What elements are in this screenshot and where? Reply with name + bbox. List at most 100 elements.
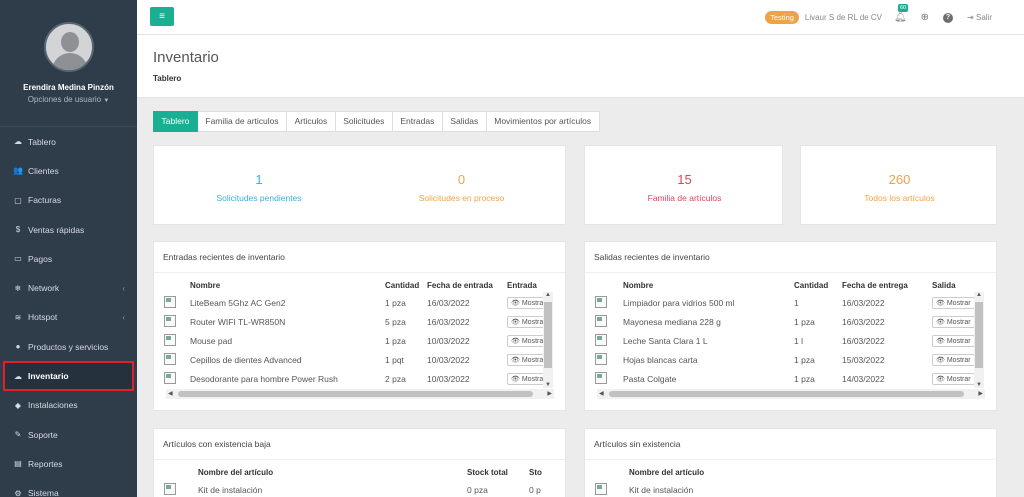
stat-pending-requests[interactable]: 1 Solicitudes pendientes <box>154 146 364 203</box>
sidebar-item-label: Inventario <box>28 371 69 382</box>
eye-icon: 👁︎ <box>511 356 520 364</box>
menu-icon: ▢ <box>14 195 22 205</box>
table-row: Desodorante para hombre Power Rush 2 pza 1… <box>164 369 554 388</box>
table-row: Cepillos de dientes Advanced 1 pqt 10/03/2… <box>164 350 554 369</box>
eye-icon: 👁︎ <box>936 356 945 364</box>
sidebar-item-pagos[interactable]: ▭ Pagos <box>0 244 137 273</box>
article-image <box>164 371 176 384</box>
menu-icon: 👥 <box>13 166 23 176</box>
user-options-toggle[interactable]: Opciones de usuario ▼ <box>0 95 137 104</box>
help-icon[interactable]: ? <box>943 12 954 23</box>
entries-horizontal-scrollbar[interactable]: ◀ ▶ <box>166 389 554 399</box>
globe-icon[interactable]: ⊕ <box>921 12 929 23</box>
notification-count: 60 <box>897 4 909 12</box>
sidebar-item-ventas-rápidas[interactable]: $ Ventas rápidas <box>0 215 137 244</box>
environment-badge: Testing <box>765 11 799 24</box>
show-button[interactable]: 👁︎ Mostrar <box>932 296 975 309</box>
bell-icon: 🔔︎ <box>893 12 907 23</box>
articles-stat-panel: 260 Todos los artículos <box>800 145 997 225</box>
low-stock-table: Nombre del artículo Stock total Sto Kit … <box>164 465 554 497</box>
recent-outputs-title: Salidas recientes de inventario <box>594 252 710 262</box>
eye-icon: 👁︎ <box>936 375 945 383</box>
menu-toggle-button[interactable]: ≡ <box>150 7 174 26</box>
sidebar-item-label: Sistema <box>28 488 59 497</box>
sidebar-item-network[interactable]: ❄ Network ‹ <box>0 273 137 302</box>
recent-entries-title: Entradas recientes de inventario <box>163 252 285 262</box>
out-of-stock-panel: Artículos sin existencia Nombre del artí… <box>584 428 997 497</box>
table-row: Kit de instalación 0 pza 0 p <box>164 480 554 497</box>
sidebar-item-label: Hotspot <box>28 312 58 323</box>
avatar[interactable] <box>43 22 94 72</box>
sidebar-item-productos-y-servicios[interactable]: ● Productos y servicios <box>0 332 137 361</box>
out-of-stock-table: Nombre del artículo Kit de instalación <box>595 465 975 497</box>
recent-outputs-panel: Salidas recientes de inventario Nombre C… <box>584 241 997 411</box>
chevron-left-icon: ‹ <box>122 283 125 293</box>
table-row: Hojas blancas carta 1 pza 15/03/2022 👁︎ Mos… <box>595 350 975 369</box>
notifications-button[interactable]: 🔔︎ 60 <box>893 4 909 23</box>
caret-down-icon: ▼ <box>103 98 110 104</box>
article-image <box>595 371 607 384</box>
menu-icon: ✎ <box>14 430 22 440</box>
entries-vertical-scrollbar[interactable]: ▲ ▼ <box>543 292 553 388</box>
menu-icon: ⚙ <box>14 488 22 497</box>
stat-all-articles[interactable]: 260 Todos los artículos <box>801 146 998 203</box>
stat-requests-in-process[interactable]: 0 Solicitudes en proceso <box>359 146 564 203</box>
out-of-stock-title: Artículos sin existencia <box>594 439 681 449</box>
user-name: Erendira Medina Pinzón <box>23 83 114 92</box>
sidebar-item-label: Tablero <box>28 136 56 147</box>
logout-button[interactable]: ⇥ Salir <box>967 13 992 22</box>
menu-icon: ▤ <box>14 459 22 469</box>
tab-salidas[interactable]: Salidas <box>442 111 487 132</box>
recent-entries-table: Nombre Cantidad Fecha de entrada Entrada… <box>164 278 554 388</box>
sidebar-item-sistema[interactable]: ⚙ Sistema <box>0 479 137 497</box>
sidebar-item-soporte[interactable]: ✎ Soporte <box>0 420 137 449</box>
top-bar: ≡ Testing Livaur S de RL de CV 🔔︎ 60 ⊕ ?… <box>137 0 1024 35</box>
company-name[interactable]: Livaur S de RL de CV <box>805 13 882 22</box>
sidebar-item-label: Soporte <box>28 429 58 440</box>
sidebar-item-label: Clientes <box>28 165 59 176</box>
page-subtitle: Tablero <box>153 74 182 83</box>
menu-icon: ❄ <box>14 283 22 293</box>
article-image <box>164 352 176 365</box>
low-stock-title: Artículos con existencia baja <box>163 439 271 449</box>
sidebar-item-label: Network <box>28 283 60 294</box>
tab-solicitudes[interactable]: Solicitudes <box>335 111 393 132</box>
show-button[interactable]: 👁︎ Mostrar <box>932 334 975 347</box>
outputs-horizontal-scrollbar[interactable]: ◀ ▶ <box>597 389 985 399</box>
show-button[interactable]: 👁︎ Mostrar <box>932 315 975 328</box>
eye-icon: 👁︎ <box>936 337 945 345</box>
sidebar-item-tablero[interactable]: ☁ Tablero <box>0 127 137 156</box>
logout-icon: ⇥ <box>967 13 974 22</box>
table-row: Router WIFI TL-WR850N 5 pza 16/03/2022 👁︎ M… <box>164 312 554 331</box>
tab-tablero[interactable]: Tablero <box>153 111 198 132</box>
inventory-tabs: Tablero Familia de articulos Articulos Soli… <box>153 111 600 132</box>
table-row: Limpiador para vidrios 500 ml 1 16/03/2022… <box>595 293 975 312</box>
sidebar-item-reportes[interactable]: ▤ Reportes <box>0 449 137 478</box>
article-image <box>164 314 176 327</box>
eye-icon: 👁︎ <box>936 318 945 326</box>
sidebar-item-hotspot[interactable]: ≋ Hotspot ‹ <box>0 303 137 332</box>
eye-icon: 👁︎ <box>511 318 520 326</box>
recent-outputs-table: Nombre Cantidad Fecha de entrega Salida … <box>595 278 975 388</box>
eye-icon: 👁︎ <box>936 299 945 307</box>
eye-icon: 👁︎ <box>511 375 520 383</box>
sidebar-item-facturas[interactable]: ▢ Facturas <box>0 186 137 215</box>
sidebar: Erendira Medina Pinzón Opciones de usuar… <box>0 0 137 497</box>
eye-icon: 👁︎ <box>511 337 520 345</box>
article-image <box>164 482 176 495</box>
menu-icon: ≋ <box>14 312 22 322</box>
tab-articulos[interactable]: Articulos <box>287 111 336 132</box>
show-button[interactable]: 👁︎ Mostrar <box>932 372 975 385</box>
outputs-vertical-scrollbar[interactable]: ▲ ▼ <box>974 292 984 388</box>
stat-article-families[interactable]: 15 Familia de artículos <box>585 146 784 203</box>
menu-icon: ☁ <box>14 371 22 381</box>
sidebar-item-clientes[interactable]: 👥 Clientes <box>0 156 137 185</box>
sidebar-item-instalaciones[interactable]: ◆ Instalaciones <box>0 391 137 420</box>
sidebar-item-inventario[interactable]: ☁ Inventario <box>3 361 134 391</box>
table-row: Mouse pad 1 pza 10/03/2022 👁︎ Mostrar <box>164 331 554 350</box>
tab-entradas[interactable]: Entradas <box>392 111 443 132</box>
tab-familia-de-articulos[interactable]: Familia de articulos <box>197 111 288 132</box>
table-row: LiteBeam 5Ghz AC Gen2 1 pza 16/03/2022 👁︎ M… <box>164 293 554 312</box>
tab-movimientos-por-artículos[interactable]: Movimientos por artículos <box>486 111 600 132</box>
show-button[interactable]: 👁︎ Mostrar <box>932 353 975 366</box>
